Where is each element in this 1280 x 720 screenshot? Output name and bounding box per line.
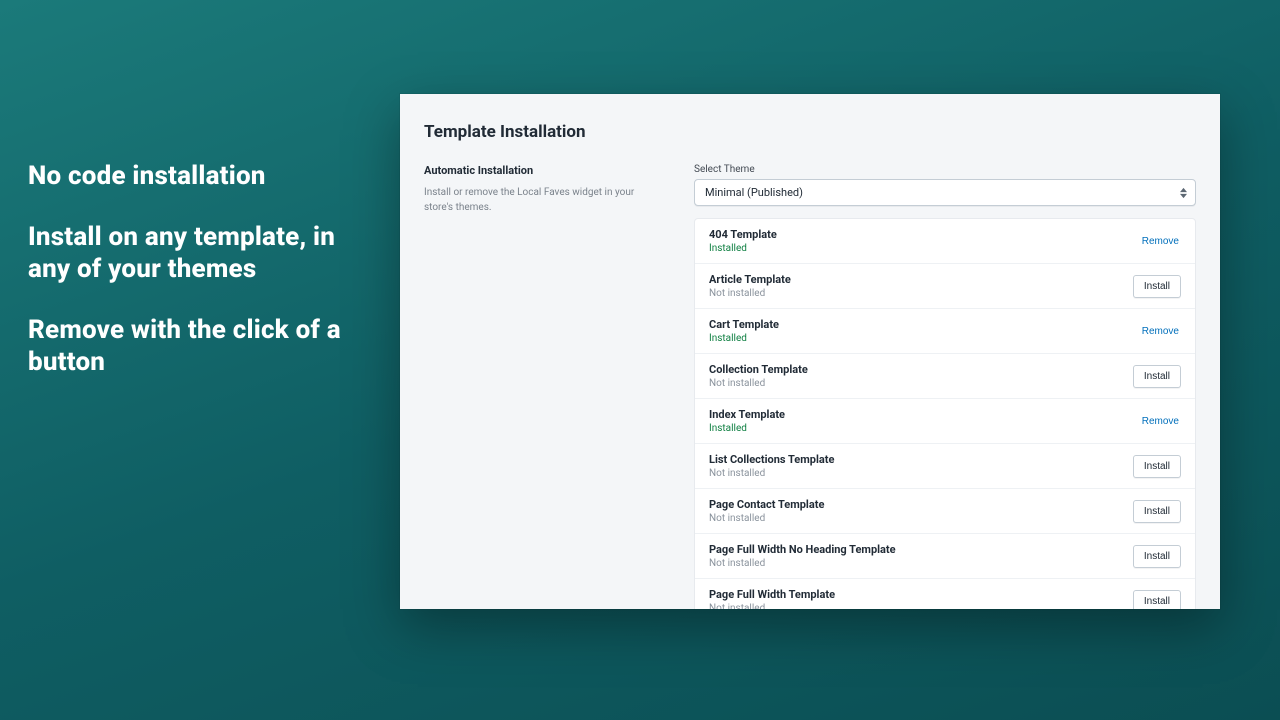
template-status: Installed [709,243,777,254]
section-help-text: Install or remove the Local Faves widget… [424,185,654,215]
template-row: 404 Template Installed Remove [695,219,1195,263]
hero-line-2: Install on any template, in any of your … [28,221,368,286]
template-row: List Collections Template Not installed In… [695,443,1195,488]
template-status: Installed [709,423,785,434]
install-button[interactable]: Install [1133,545,1181,568]
template-name: Page Contact Template [709,498,824,511]
template-name: Collection Template [709,363,808,376]
hero-line-3: Remove with the click of a button [28,314,368,379]
template-row: Page Contact Template Not installed Instal… [695,488,1195,533]
template-status: Not installed [709,603,835,609]
template-row: Cart Template Installed Remove [695,308,1195,353]
template-name: Article Template [709,273,791,286]
template-row: Collection Template Not installed Install [695,353,1195,398]
template-row: Index Template Installed Remove [695,398,1195,443]
template-status: Installed [709,333,779,344]
install-button[interactable]: Install [1133,275,1181,298]
install-button[interactable]: Install [1133,455,1181,478]
install-button[interactable]: Install [1133,500,1181,523]
hero-copy: No code installation Install on any temp… [28,160,368,407]
template-name: Cart Template [709,318,779,331]
install-button[interactable]: Install [1133,590,1181,610]
template-name: 404 Template [709,228,777,241]
template-status: Not installed [709,558,896,569]
template-row: Page Full Width No Heading Template Not i… [695,533,1195,578]
template-status: Not installed [709,288,791,299]
page-title: Template Installation [424,122,1196,142]
template-status: Not installed [709,378,808,389]
remove-button[interactable]: Remove [1140,321,1181,342]
template-status: Not installed [709,468,834,479]
section-heading: Automatic Installation [424,164,654,177]
sidebar-description: Automatic Installation Install or remove… [424,164,654,609]
theme-select-value: Minimal (Published) [705,186,803,199]
template-name: Index Template [709,408,785,421]
hero-line-1: No code installation [28,160,368,193]
chevrons-icon [1180,187,1187,198]
template-name: List Collections Template [709,453,834,466]
theme-select[interactable]: Minimal (Published) [694,179,1196,206]
templates-list: 404 Template Installed Remove Article Templ… [694,218,1196,609]
select-theme-label: Select Theme [694,164,1196,175]
settings-panel: Template Installation Automatic Installa… [400,94,1220,609]
remove-button[interactable]: Remove [1140,411,1181,432]
template-status: Not installed [709,513,824,524]
template-name: Page Full Width No Heading Template [709,543,896,556]
remove-button[interactable]: Remove [1140,231,1181,252]
template-row: Page Full Width Template Not installed Ins… [695,578,1195,609]
install-button[interactable]: Install [1133,365,1181,388]
template-name: Page Full Width Template [709,588,835,601]
template-row: Article Template Not installed Install [695,263,1195,308]
